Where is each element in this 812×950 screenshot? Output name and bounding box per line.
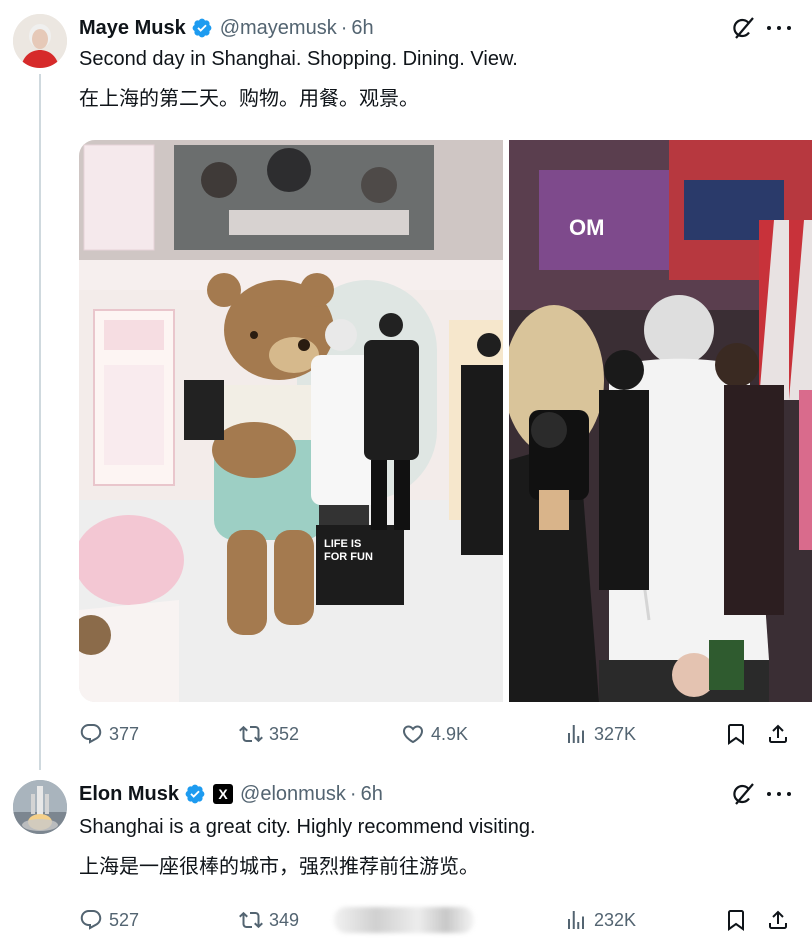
repost-count: 349 <box>269 909 300 930</box>
share-button[interactable] <box>766 905 790 935</box>
timestamp[interactable]: 6h <box>351 17 373 40</box>
like-button[interactable]: 4.9K <box>401 719 468 749</box>
repost-icon <box>239 725 263 743</box>
more-icon[interactable] <box>767 16 791 40</box>
share-icon <box>769 724 787 743</box>
views-icon <box>568 725 584 743</box>
tweet-maye-musk[interactable]: Maye Musk @mayemusk · 6h Second day in S… <box>0 0 812 770</box>
views-button[interactable]: 232K <box>564 905 636 935</box>
svg-text:FOR FUN: FOR FUN <box>324 551 373 563</box>
author-name[interactable]: Maye Musk <box>79 17 186 40</box>
tweet-actions: 527 349 232K <box>79 905 812 935</box>
share-button[interactable] <box>766 719 790 749</box>
author-name[interactable]: Elon Musk <box>79 783 179 806</box>
tweet-elon-musk[interactable]: Elon Musk X @elonmusk · 6h Shanghai is a… <box>0 770 812 950</box>
verified-badge-icon[interactable] <box>184 783 206 805</box>
avatar[interactable] <box>13 780 67 834</box>
tweet-text-english: Second day in Shanghai. Shopping. Dining… <box>79 48 518 70</box>
photo-crowd-street[interactable]: OM <box>509 140 812 702</box>
verified-badge-icon[interactable] <box>191 17 213 39</box>
media-gallery: LIFE IS FOR FUN OM <box>79 140 812 702</box>
reply-count: 527 <box>109 909 140 930</box>
grok-icon[interactable] <box>730 781 756 807</box>
reply-button[interactable]: 527 <box>79 905 139 935</box>
share-icon <box>769 910 787 929</box>
views-icon <box>568 911 584 929</box>
reply-icon <box>80 910 102 930</box>
bookmark-icon <box>728 910 744 931</box>
tweet-header: Maye Musk @mayemusk · 6h <box>79 13 374 43</box>
repost-count: 352 <box>269 723 300 744</box>
tweet-text-english: Shanghai is a great city. Highly recomme… <box>79 816 536 838</box>
like-count: 4.9K <box>431 723 469 744</box>
reply-count: 377 <box>109 723 140 744</box>
affiliate-x-badge-icon[interactable]: X <box>213 784 234 804</box>
bookmark-button[interactable] <box>724 905 748 935</box>
timestamp[interactable]: 6h <box>361 783 383 806</box>
sign-text: OM <box>569 215 604 240</box>
views-button[interactable]: 327K <box>564 719 636 749</box>
bookmark-icon <box>728 724 744 745</box>
separator-dot: · <box>349 782 357 805</box>
tweet-text-chinese: 在上海的第二天。购物。用餐。观景。 <box>79 88 419 110</box>
more-icon[interactable] <box>767 782 791 806</box>
bag-text: LIFE IS <box>324 538 361 550</box>
avatar[interactable] <box>13 14 67 68</box>
reply-icon <box>80 724 102 744</box>
separator-dot: · <box>340 16 348 39</box>
repost-button[interactable]: 349 <box>239 905 299 935</box>
obscured-like-region <box>334 907 474 933</box>
grok-icon[interactable] <box>730 15 756 41</box>
tweet-header: Elon Musk X @elonmusk · 6h <box>79 779 383 809</box>
author-handle[interactable]: @mayemusk <box>220 17 337 40</box>
tweet-text-chinese: 上海是一座很棒的城市，强烈推荐前往游览。 <box>79 856 479 878</box>
like-icon <box>402 725 424 744</box>
view-count: 327K <box>594 723 637 744</box>
photo-teddy-bear-store[interactable]: LIFE IS FOR FUN <box>79 140 503 702</box>
author-handle[interactable]: @elonmusk <box>240 783 346 806</box>
thread-connector-line <box>39 74 41 770</box>
view-count: 232K <box>594 909 637 930</box>
bookmark-button[interactable] <box>724 719 748 749</box>
reply-button[interactable]: 377 <box>79 719 139 749</box>
repost-icon <box>239 911 263 929</box>
tweet-actions: 377 352 4.9K 327K <box>79 719 812 749</box>
repost-button[interactable]: 352 <box>239 719 299 749</box>
